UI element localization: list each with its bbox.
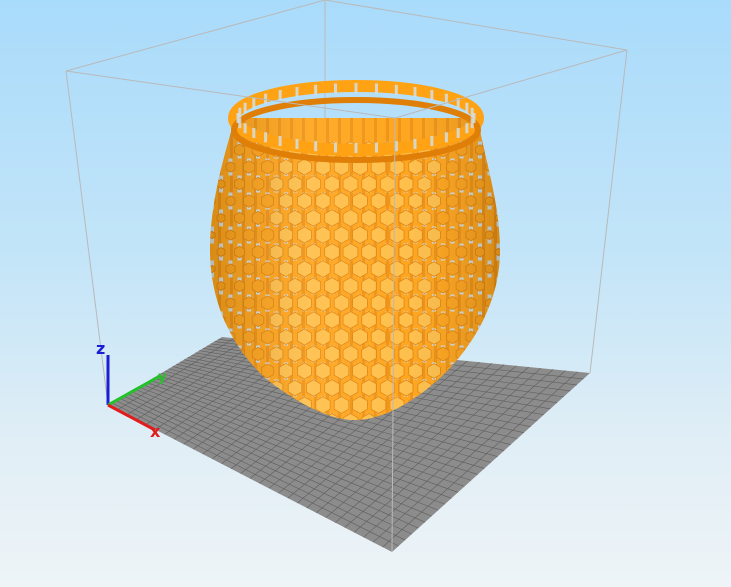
- volume-edge: [324, 0, 628, 51]
- rim-slot: [444, 132, 448, 143]
- rim-slot: [430, 90, 434, 101]
- lattice-gap: [496, 311, 500, 329]
- rim-slot: [470, 107, 474, 118]
- rim-slot: [374, 83, 378, 94]
- rim-slot: [238, 107, 242, 118]
- rim-slot: [264, 93, 268, 104]
- lattice-gap: [496, 345, 500, 363]
- lattice-gap: [496, 141, 500, 159]
- y-axis-label: y: [158, 370, 167, 385]
- hex-cell: [494, 315, 500, 325]
- rim-slot: [413, 87, 417, 98]
- lattice-gap: [496, 277, 500, 295]
- rim-slot: [314, 141, 318, 152]
- x-axis-label: x: [150, 422, 161, 441]
- rim-slot: [470, 118, 474, 129]
- rim-slot: [264, 132, 268, 143]
- rim-slot: [314, 84, 318, 95]
- hex-cell: [210, 332, 216, 342]
- rim-slot: [374, 142, 378, 153]
- rim-slot: [295, 87, 299, 98]
- rim-slot: [334, 142, 338, 153]
- rim-slot: [295, 138, 299, 149]
- lattice-gap: [487, 328, 492, 346]
- rim-slot: [243, 123, 247, 134]
- hex-cell: [210, 162, 216, 172]
- rim-slot: [252, 98, 256, 108]
- hex-cell: [494, 145, 500, 155]
- rim-slot: [278, 90, 282, 101]
- volume-edge: [589, 49, 628, 374]
- lattice-gap: [210, 192, 214, 210]
- rim-slot: [394, 84, 398, 95]
- lattice-gap: [210, 294, 214, 312]
- hex-cell: [494, 179, 500, 189]
- hex-cell: [494, 281, 500, 291]
- volume-edge: [394, 49, 628, 119]
- hex-cell: [494, 349, 500, 359]
- rim-slot: [334, 83, 338, 94]
- z-axis-label: z: [96, 339, 105, 358]
- scene-canvas: z y x: [65, 0, 628, 553]
- rim-slot: [243, 102, 247, 113]
- hex-cell: [210, 298, 216, 308]
- rim-slot: [354, 143, 358, 153]
- lattice-gap: [496, 175, 500, 193]
- lattice-gap: [219, 141, 223, 159]
- 3d-viewport[interactable]: z y x: [0, 0, 731, 587]
- volume-edge: [65, 0, 326, 72]
- hex-cell: [485, 332, 494, 342]
- rim-slot: [456, 128, 460, 138]
- rim-slot: [278, 135, 282, 146]
- rim-slot: [354, 83, 358, 93]
- rim-slot: [413, 138, 417, 149]
- rim-slot: [430, 135, 434, 146]
- rim-slot: [465, 102, 469, 113]
- rim-slot: [465, 123, 469, 134]
- hex-cell: [216, 145, 226, 155]
- rim-slot: [252, 128, 256, 138]
- hex-cell: [475, 348, 485, 360]
- lattice-gap: [478, 345, 482, 363]
- lattice-gap: [210, 158, 214, 176]
